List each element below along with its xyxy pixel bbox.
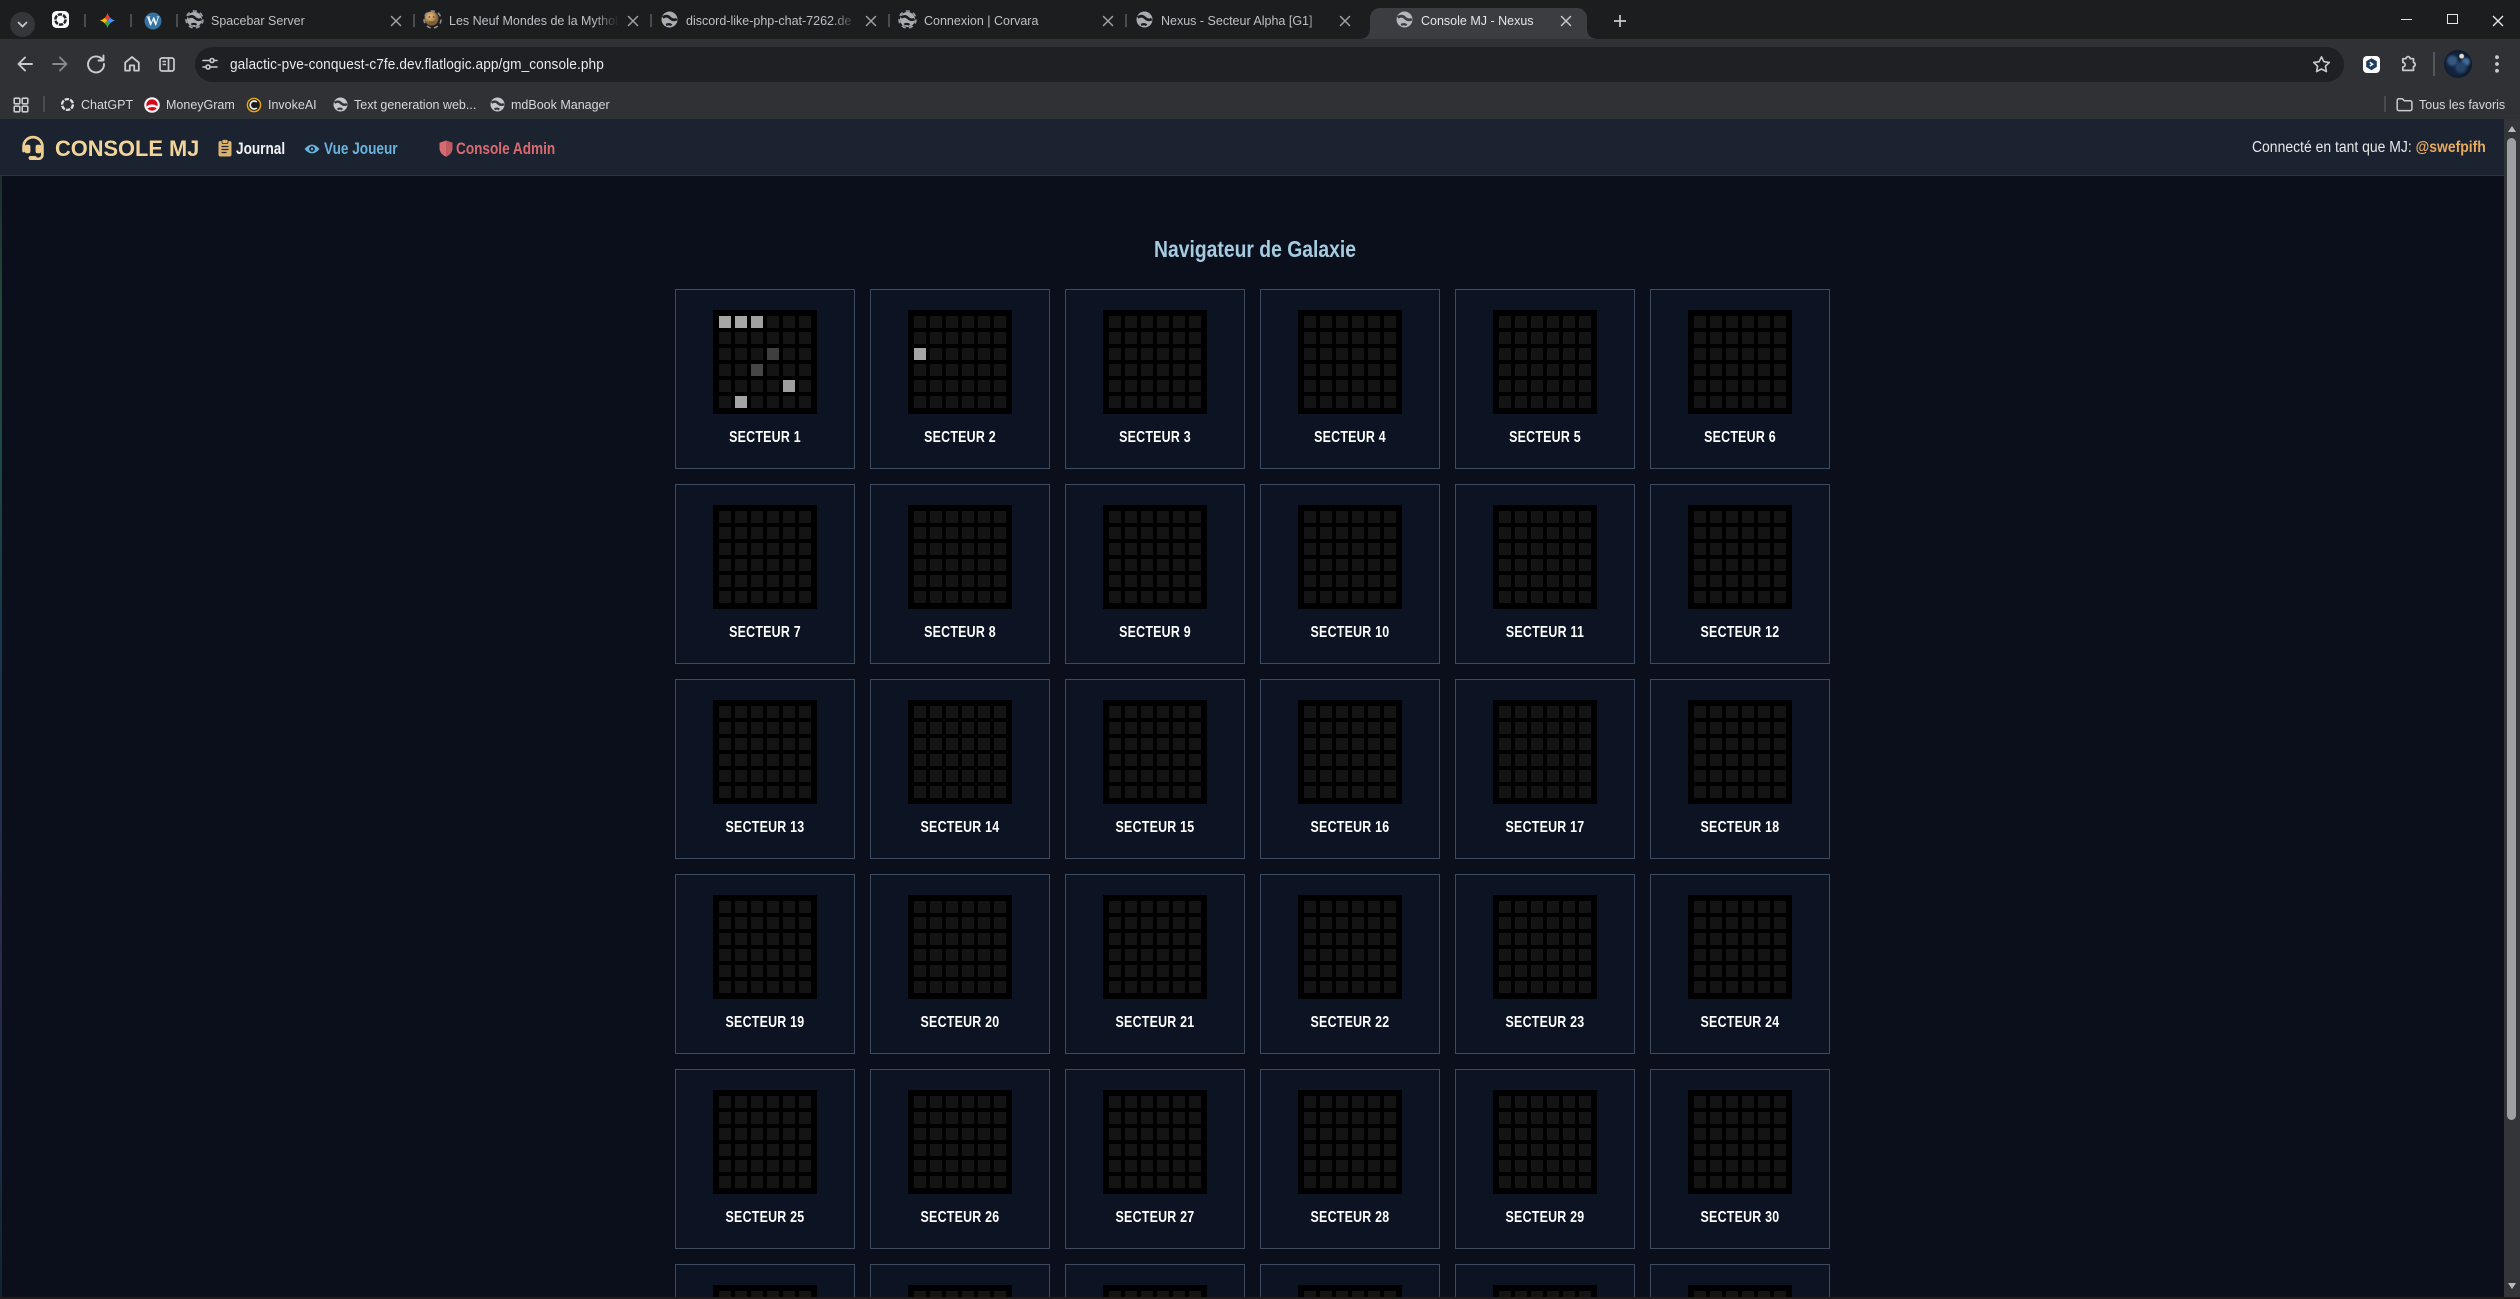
svg-text:W: W <box>146 13 160 28</box>
